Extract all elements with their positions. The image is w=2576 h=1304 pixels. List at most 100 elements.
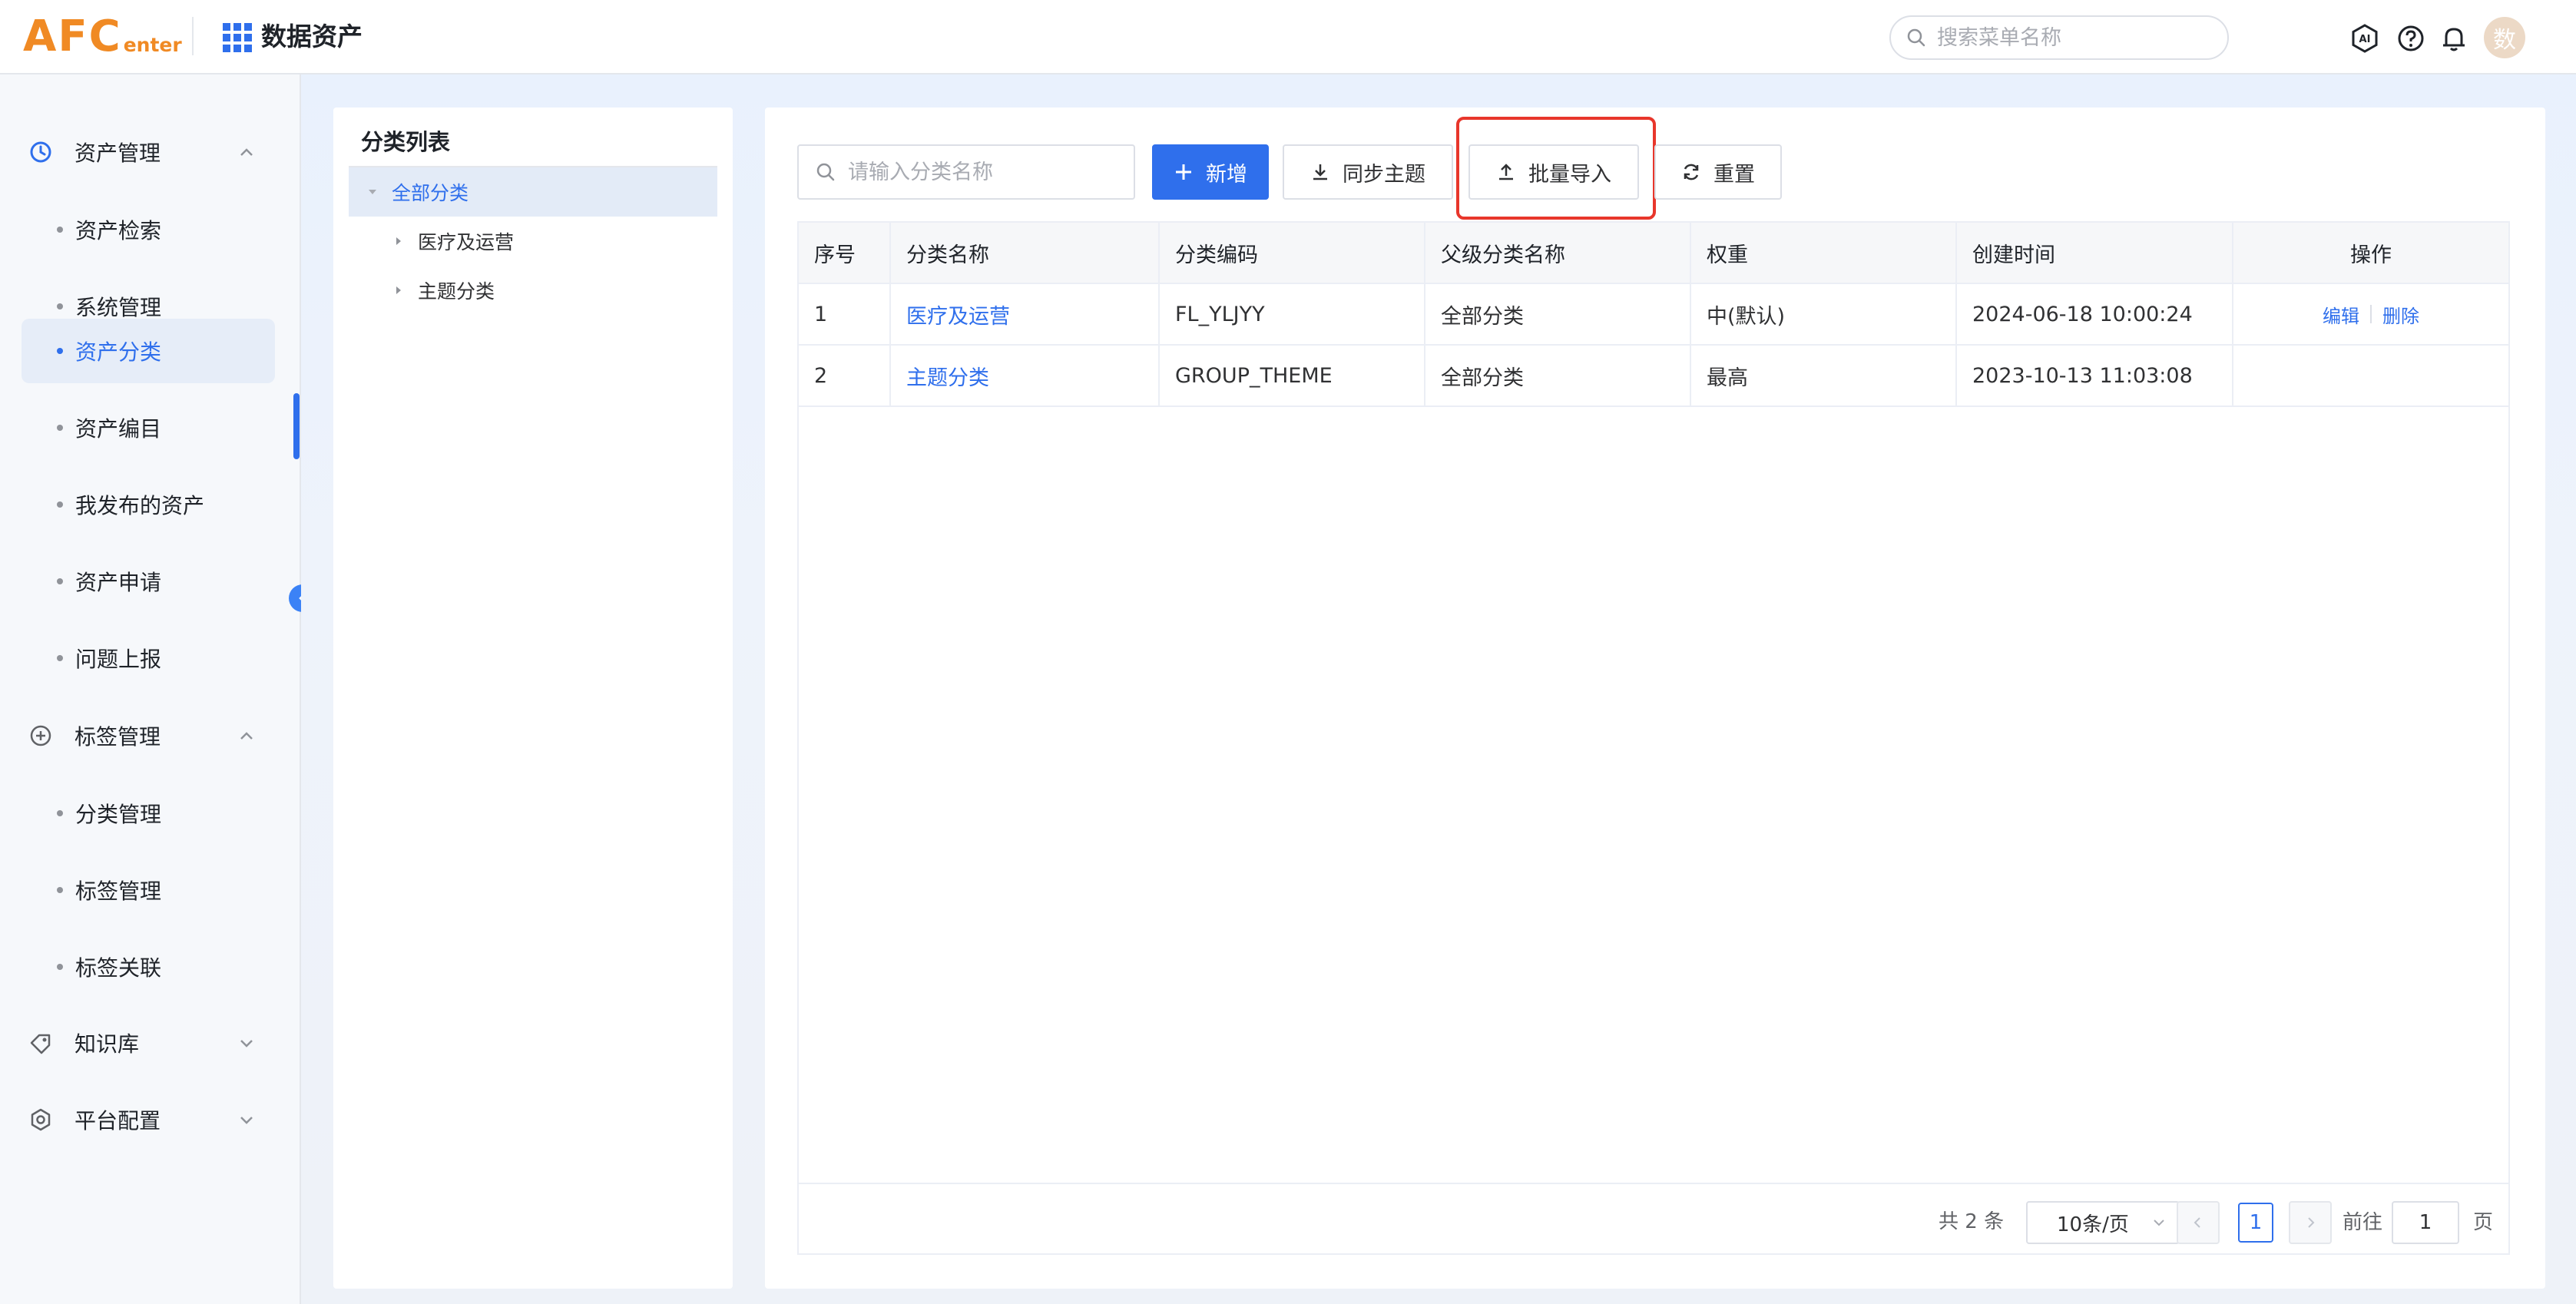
cell-parent: 全部分类 (1425, 346, 1691, 405)
tree-node-child[interactable]: 医疗及运营 (392, 217, 714, 266)
table-row: 1 医疗及运营 FL_YLJYY 全部分类 中(默认) 2024-06-18 1… (799, 284, 2508, 346)
sidebar-item-label: 标签管理 (75, 879, 162, 904)
help-icon[interactable] (2396, 24, 2425, 53)
delete-link[interactable]: 删除 (2382, 301, 2419, 328)
cell-created: 2024-06-18 10:00:24 (1957, 284, 2233, 344)
cell-name-link[interactable]: 医疗及运营 (891, 284, 1160, 344)
settings-icon (31, 1108, 51, 1131)
sidebar-item-tag-association[interactable]: 标签关联 (22, 935, 275, 999)
column-header-name: 分类名称 (891, 223, 1160, 283)
sidebar-item-label: 问题上报 (75, 647, 162, 672)
bullet-dot (57, 655, 63, 661)
menu-group-tag-management[interactable]: 标签管理 (0, 705, 301, 766)
sidebar-item-label: 分类管理 (75, 802, 162, 827)
menu-group-platform-config[interactable]: 平台配置 (0, 1089, 301, 1150)
sidebar-item-category-management[interactable]: 分类管理 (22, 781, 275, 846)
svg-text:AI: AI (2359, 34, 2371, 45)
caret-down-icon (369, 190, 376, 194)
chevron-up-icon (240, 148, 253, 156)
ai-icon[interactable]: AI (2350, 24, 2379, 53)
sidebar-item-label: 资产申请 (75, 570, 162, 595)
cell-weight: 中(默认) (1691, 284, 1957, 344)
bullet-dot (57, 887, 63, 893)
tree-node-child[interactable]: 主题分类 (392, 266, 714, 315)
category-search-input[interactable] (848, 160, 1124, 184)
column-header-weight: 权重 (1691, 223, 1957, 283)
edit-link[interactable]: 编辑 (2323, 301, 2359, 328)
page-number-current[interactable]: 1 (2238, 1203, 2273, 1243)
sidebar-item-label: 资产编目 (75, 416, 162, 442)
clock-icon (30, 141, 51, 163)
sidebar-item-tag-management[interactable]: 标签管理 (22, 858, 275, 922)
menu-group-label: 知识库 (74, 1031, 140, 1057)
top-header: AFC enter 数据资产 AI 数 (0, 0, 2576, 74)
cell-created: 2023-10-13 11:03:08 (1957, 346, 2233, 405)
column-header-code: 分类编码 (1160, 223, 1425, 283)
caret-right-icon (396, 286, 401, 294)
category-table: 序号 分类名称 分类编码 父级分类名称 权重 创建时间 操作 1 医疗及运营 F… (797, 221, 2510, 1255)
menu-group-label: 标签管理 (74, 724, 161, 750)
search-icon (1907, 28, 1925, 47)
menu-search[interactable] (1889, 15, 2229, 60)
apps-grid-icon[interactable] (223, 23, 252, 52)
bullet-dot (57, 964, 63, 970)
sidebar: 资产管理 资产检索 系统管理 资产分类 资产编目 我发布的资产 资产申请 问题上… (0, 74, 301, 1304)
logo-sub-text: enter (123, 34, 182, 56)
category-tree-panel: 分类列表 全部分类 医疗及运营 主题分类 (333, 108, 733, 1289)
cell-code: FL_YLJYY (1160, 284, 1425, 344)
page-size-select[interactable]: 10条/页 (2026, 1201, 2180, 1244)
sidebar-item-asset-catalog[interactable]: 资产编目 (22, 396, 275, 460)
bell-icon[interactable] (2439, 24, 2468, 53)
sync-theme-button[interactable]: 同步主题 (1283, 144, 1453, 200)
sidebar-item-asset-request[interactable]: 资产申请 (22, 549, 275, 614)
category-search[interactable] (797, 144, 1135, 200)
column-header-index: 序号 (799, 223, 891, 283)
menu-group-knowledge-base[interactable]: 知识库 (0, 1012, 301, 1074)
goto-prefix: 前往 (2343, 1211, 2383, 1234)
sidebar-item-asset-search[interactable]: 资产检索 (22, 197, 275, 262)
category-list-panel: 新增 同步主题 批量导入 重置 序号 分类名称 分类编码 父级分类名称 权重 创… (765, 108, 2545, 1289)
bullet-dot (57, 501, 63, 508)
menu-search-input[interactable] (1937, 25, 2213, 50)
sidebar-item-label: 标签关联 (75, 955, 162, 981)
sync-theme-button-label: 同步主题 (1343, 162, 1425, 187)
tree-node-root[interactable]: 全部分类 (349, 167, 717, 217)
logo-main-text: AFC (23, 12, 122, 61)
download-icon (1313, 164, 1327, 180)
sidebar-item-asset-category[interactable]: 资产分类 (22, 319, 275, 383)
cell-parent: 全部分类 (1425, 284, 1691, 344)
sidebar-item-label: 我发布的资产 (75, 493, 205, 518)
cell-name-link[interactable]: 主题分类 (891, 346, 1160, 405)
plus-icon (1176, 164, 1191, 180)
add-button[interactable]: 新增 (1152, 144, 1269, 200)
refresh-icon (1684, 164, 1699, 180)
bullet-dot (57, 810, 63, 816)
chevron-down-icon (2154, 1220, 2164, 1226)
chevron-down-icon (240, 1117, 253, 1124)
menu-group-label: 资产管理 (74, 141, 161, 166)
active-indicator (293, 393, 300, 459)
sidebar-item-label: 系统管理 (75, 295, 162, 320)
afcenter-logo[interactable]: AFC enter (23, 12, 182, 58)
reset-button[interactable]: 重置 (1654, 144, 1782, 200)
cell-index: 2 (799, 346, 891, 405)
column-header-created: 创建时间 (1957, 223, 2233, 283)
divider (2370, 305, 2372, 323)
menu-group-asset-management[interactable]: 资产管理 (0, 121, 301, 183)
goto-page-input[interactable] (2392, 1201, 2459, 1244)
prev-page-button[interactable] (2177, 1201, 2220, 1244)
annotation-highlight-box (1456, 117, 1656, 220)
cell-actions: 编辑 删除 (2233, 284, 2508, 344)
cell-weight: 最高 (1691, 346, 1957, 405)
next-page-button[interactable] (2289, 1201, 2332, 1244)
sidebar-item-my-published-assets[interactable]: 我发布的资产 (22, 472, 275, 537)
header-divider (192, 17, 194, 55)
chevron-left-icon (2194, 1217, 2200, 1228)
sidebar-item-issue-report[interactable]: 问题上报 (22, 626, 275, 690)
column-header-actions: 操作 (2350, 243, 2392, 267)
column-header-parent: 父级分类名称 (1425, 223, 1691, 283)
tree-node-label: 医疗及运营 (418, 231, 515, 253)
cell-code: GROUP_THEME (1160, 346, 1425, 405)
table-header-row: 序号 分类名称 分类编码 父级分类名称 权重 创建时间 操作 (799, 223, 2508, 284)
user-avatar[interactable]: 数 (2484, 17, 2525, 58)
